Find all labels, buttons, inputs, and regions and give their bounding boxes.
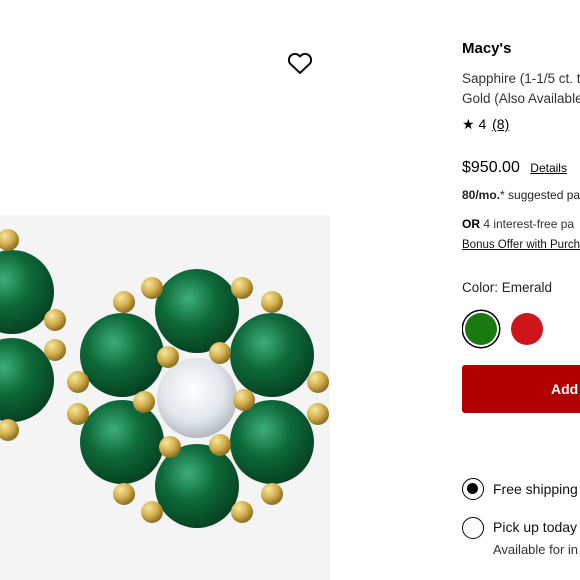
product-title-line2: Gold (Also Available <box>462 91 580 106</box>
brand-name[interactable]: Macy's <box>462 40 511 57</box>
bonus-offer-link[interactable]: Bonus Offer with Purch <box>462 239 580 251</box>
pickup-today-radio[interactable] <box>462 517 484 539</box>
product-info-panel: Macy's Sapphire (1-1/5 ct. t Gold (Also … <box>462 0 580 580</box>
pickup-today-label: Pick up today <box>493 519 578 535</box>
interest-text: 4 interest-free pa <box>480 217 575 231</box>
free-shipping-radio[interactable] <box>462 478 484 500</box>
rating-value: 4 <box>478 116 487 132</box>
monthly-amount: 80/mo. <box>462 188 501 202</box>
color-label: Color: Emerald <box>462 280 553 295</box>
monthly-suggested-text: * suggested pa <box>500 188 580 202</box>
review-count-link[interactable]: (8) <box>492 116 509 132</box>
product-image <box>0 0 440 580</box>
pickup-availability-text: Available for in <box>493 542 579 557</box>
earring-image <box>0 215 330 580</box>
add-to-bag-button[interactable]: Add <box>462 365 580 413</box>
color-swatch-emerald[interactable] <box>465 313 497 345</box>
color-swatch-ruby[interactable] <box>511 313 543 345</box>
free-shipping-label: Free shipping <box>493 481 578 497</box>
product-title: Sapphire (1-1/5 ct. t Gold (Also Availab… <box>462 69 580 109</box>
star-icon: ★ <box>462 116 475 132</box>
interest-free-payments: OR 4 interest-free pa <box>462 217 574 231</box>
price: $950.00 <box>462 159 520 176</box>
interest-or: OR <box>462 217 480 231</box>
price-details-link[interactable]: Details <box>530 161 567 175</box>
heart-icon <box>287 52 313 74</box>
wishlist-heart-button[interactable] <box>285 48 315 78</box>
price-row: $950.00 Details <box>462 159 567 177</box>
monthly-payment: 80/mo.* suggested pa <box>462 188 580 202</box>
product-title-line1: Sapphire (1-1/5 ct. t <box>462 71 580 86</box>
rating-summary[interactable]: ★ 4 (8) <box>462 116 509 133</box>
